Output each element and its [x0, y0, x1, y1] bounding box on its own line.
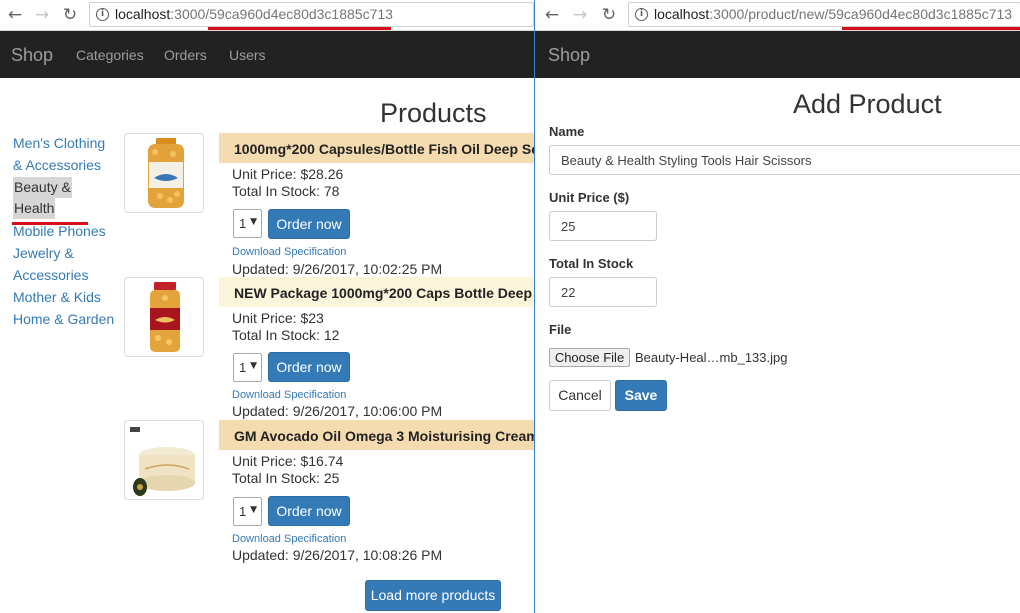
- total-in-stock-label: Total In Stock: [549, 256, 634, 271]
- product-stock: Total In Stock: 12: [232, 327, 340, 343]
- product-updated: Updated: 9/26/2017, 10:06:00 PM: [232, 403, 443, 419]
- right-browser-window: ← → ↻ i localhost:3000/product/new/59ca9…: [534, 0, 1020, 613]
- product-title[interactable]: 1000mg*200 Capsules/Bottle Fish Oil Deep…: [234, 141, 534, 157]
- url-path: :3000/: [170, 6, 210, 22]
- category-link-mens-clothing[interactable]: Men's Clothing & Accessories: [13, 132, 105, 176]
- page-title: Add Product: [793, 89, 942, 119]
- right-address-bar[interactable]: i localhost:3000/product/new/59ca960d4ec…: [628, 2, 1020, 27]
- nav-link-orders[interactable]: Orders: [164, 47, 207, 63]
- url-host: localhost: [654, 6, 710, 22]
- product-title-bar: 1000mg*200 Capsules/Bottle Fish Oil Deep…: [219, 133, 534, 163]
- save-button[interactable]: Save: [615, 380, 667, 411]
- category-link-mobile-phones[interactable]: Mobile Phones: [13, 220, 106, 242]
- navbar-brand[interactable]: Shop: [11, 45, 53, 66]
- forward-arrow-icon[interactable]: →: [570, 5, 590, 25]
- fish-oil-bottle-image: [150, 282, 180, 352]
- url-path: :3000/product/new/: [709, 6, 829, 22]
- category-link-mother-kids[interactable]: Mother & Kids: [13, 286, 101, 308]
- product-title-bar: GM Avocado Oil Omega 3 Moisturising Crea…: [219, 420, 534, 450]
- file-label: File: [549, 322, 572, 337]
- download-specification-link[interactable]: Download Specification: [232, 389, 346, 401]
- download-specification-link[interactable]: Download Specification: [232, 246, 346, 258]
- cancel-button[interactable]: Cancel: [549, 380, 611, 411]
- product-title[interactable]: GM Avocado Oil Omega 3 Moisturising Crea…: [234, 428, 534, 444]
- dropdown-caret-icon: ▼: [250, 505, 257, 515]
- url-product-id: 59ca960d4ec80d3c1885c713: [209, 6, 393, 22]
- product-thumbnail-fish-oil-bottle[interactable]: [124, 133, 204, 213]
- product-unit-price: Unit Price: $16.74: [232, 453, 344, 469]
- product-thumbnail-avocado-cream[interactable]: [124, 420, 204, 500]
- product-stock: Total In Stock: 25: [232, 470, 340, 486]
- unit-price-input[interactable]: 25: [549, 211, 657, 241]
- url-host: localhost: [115, 6, 171, 22]
- page-title: Products: [380, 98, 487, 128]
- name-input[interactable]: Beauty & Health Styling Tools Hair Sciss…: [549, 145, 1020, 175]
- product-updated: Updated: 9/26/2017, 10:02:25 PM: [232, 261, 443, 277]
- quantity-select[interactable]: 1 ▼: [233, 209, 262, 238]
- category-link-label: & Accessories: [13, 157, 101, 173]
- category-link-label: Accessories: [13, 267, 89, 283]
- reload-icon[interactable]: ↻: [60, 5, 80, 25]
- order-now-button[interactable]: Order now: [268, 496, 350, 526]
- category-link-label: Beauty &: [13, 177, 72, 198]
- total-in-stock-input[interactable]: 22: [549, 277, 657, 307]
- fish-oil-bottle-image: [148, 138, 184, 208]
- left-url-text: localhost:3000/59ca960d4ec80d3c1885c713: [115, 6, 393, 22]
- navbar-brand[interactable]: Shop: [548, 45, 590, 66]
- product-stock: Total In Stock: 78: [232, 183, 340, 199]
- category-link-label: Men's Clothing: [13, 135, 106, 151]
- app-navbar: Shop Categories Orders Users: [0, 31, 534, 78]
- category-link-beauty-health-active[interactable]: Beauty & Health: [13, 177, 72, 219]
- order-now-button[interactable]: Order now: [268, 352, 350, 382]
- nav-link-users[interactable]: Users: [229, 47, 266, 63]
- quantity-select[interactable]: 1 ▼: [233, 497, 262, 526]
- right-url-text: localhost:3000/product/new/59ca960d4ec80…: [654, 6, 1012, 22]
- order-now-button[interactable]: Order now: [268, 209, 350, 239]
- forward-arrow-icon[interactable]: →: [32, 5, 52, 25]
- selected-file-name: Beauty-Heal…mb_133.jpg: [635, 350, 788, 365]
- back-arrow-icon[interactable]: ←: [542, 5, 562, 25]
- product-unit-price: Unit Price: $23: [232, 310, 324, 326]
- load-more-products-button[interactable]: Load more products: [365, 580, 501, 611]
- category-link-home-garden[interactable]: Home & Garden: [13, 308, 114, 330]
- annotation-underline-url-id: [208, 27, 391, 30]
- nav-link-categories[interactable]: Categories: [76, 47, 144, 63]
- back-arrow-icon[interactable]: ←: [5, 5, 25, 25]
- left-browser-toolbar: ← → ↻ i localhost:3000/59ca960d4ec80d3c1…: [0, 0, 534, 31]
- quantity-select[interactable]: 1 ▼: [233, 353, 262, 382]
- product-title-bar: NEW Package 1000mg*200 Caps Bottle Deep …: [219, 277, 534, 307]
- left-browser-window: ← → ↻ i localhost:3000/59ca960d4ec80d3c1…: [0, 0, 534, 613]
- quantity-value: 1: [239, 504, 247, 519]
- avocado-cream-jar-image: [130, 427, 195, 496]
- category-link-label: Jewelry &: [13, 245, 74, 261]
- annotation-underline-url-id: [842, 27, 1020, 30]
- download-specification-link[interactable]: Download Specification: [232, 533, 346, 545]
- info-icon[interactable]: i: [96, 8, 109, 21]
- name-label: Name: [549, 124, 585, 139]
- right-browser-toolbar: ← → ↻ i localhost:3000/product/new/59ca9…: [535, 0, 1020, 31]
- product-title[interactable]: NEW Package 1000mg*200 Caps Bottle Deep …: [234, 285, 534, 301]
- left-address-bar[interactable]: i localhost:3000/59ca960d4ec80d3c1885c71…: [89, 2, 534, 27]
- quantity-value: 1: [239, 360, 247, 375]
- category-link-label: Health: [13, 198, 56, 219]
- reload-icon[interactable]: ↻: [599, 5, 619, 25]
- app-navbar: Shop: [535, 31, 1020, 78]
- product-updated: Updated: 9/26/2017, 10:08:26 PM: [232, 547, 443, 563]
- dropdown-caret-icon: ▼: [250, 361, 257, 371]
- product-unit-price: Unit Price: $28.26: [232, 166, 344, 182]
- dropdown-caret-icon: ▼: [250, 217, 257, 227]
- url-product-id: 59ca960d4ec80d3c1885c713: [828, 6, 1013, 22]
- category-link-jewelry[interactable]: Jewelry & Accessories: [13, 242, 88, 286]
- quantity-value: 1: [239, 216, 247, 231]
- info-icon[interactable]: i: [635, 8, 648, 21]
- choose-file-button[interactable]: Choose File: [549, 348, 630, 367]
- unit-price-label: Unit Price ($): [549, 190, 630, 205]
- product-thumbnail-fish-oil-bottle-red[interactable]: [124, 277, 204, 357]
